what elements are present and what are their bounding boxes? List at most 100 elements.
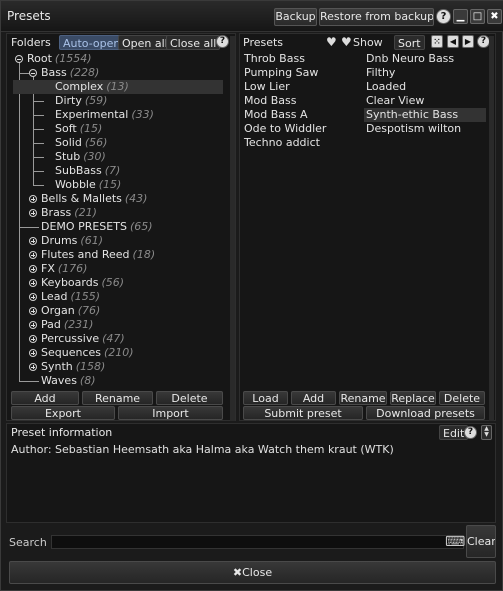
heart-icon[interactable]: ♥ bbox=[326, 35, 337, 49]
maximize-icon[interactable]: □ bbox=[470, 9, 485, 24]
tree-item-percussive[interactable]: Percussive (47) bbox=[41, 332, 125, 346]
expand-icon[interactable] bbox=[29, 237, 37, 245]
expand-icon[interactable] bbox=[29, 279, 37, 287]
tree-item-keyboards[interactable]: Keyboards (56) bbox=[41, 276, 124, 290]
tree-connector bbox=[34, 185, 44, 186]
expand-icon[interactable] bbox=[29, 265, 37, 273]
folders-header: Folders bbox=[11, 36, 51, 49]
collapse-icon[interactable] bbox=[15, 55, 23, 63]
previous-icon[interactable]: ◀ bbox=[447, 35, 459, 48]
tree-item-drums[interactable]: Drums (61) bbox=[41, 234, 103, 248]
tree-item-organ[interactable]: Organ (76) bbox=[41, 304, 100, 318]
tree-item-bass[interactable]: Bass (228) bbox=[41, 66, 99, 80]
preset-item[interactable]: Despotism wilton bbox=[366, 122, 461, 136]
preset-item[interactable]: Filthy bbox=[366, 66, 395, 80]
preset-delete-button[interactable]: Delete bbox=[439, 391, 485, 405]
tree-item-flutes-reed[interactable]: Flutes and Reed (18) bbox=[41, 248, 155, 262]
tree-item-fx[interactable]: FX (176) bbox=[41, 262, 87, 276]
tree-item-waves[interactable]: Waves (8) bbox=[41, 374, 96, 388]
tree-item-wobble[interactable]: Wobble (15) bbox=[55, 178, 121, 192]
tree-item-brass[interactable]: Brass (21) bbox=[41, 206, 97, 220]
tree-item-soft[interactable]: Soft (15) bbox=[55, 122, 102, 136]
expand-icon[interactable] bbox=[29, 349, 37, 357]
replace-button[interactable]: Replace bbox=[390, 391, 436, 405]
expand-icon[interactable] bbox=[29, 307, 37, 315]
tree-item-demo-presets[interactable]: DEMO PRESETS (65) bbox=[41, 220, 153, 234]
info-expand-icon[interactable]: ▲ ▼ bbox=[481, 425, 492, 440]
auto-open-toggle[interactable]: Auto-open bbox=[59, 35, 125, 50]
preset-rename-button[interactable]: Rename bbox=[339, 391, 387, 405]
tree-item-synth[interactable]: Synth (158) bbox=[41, 360, 105, 374]
presets-scrollbar[interactable] bbox=[489, 36, 494, 421]
preset-item[interactable]: Techno addict bbox=[244, 136, 320, 150]
tree-connector bbox=[20, 227, 39, 228]
preset-item[interactable]: Mod Bass bbox=[244, 94, 296, 108]
open-all-button[interactable]: Open all bbox=[118, 35, 172, 50]
random-icon[interactable]: ⁙ bbox=[431, 35, 443, 48]
tree-connector bbox=[34, 115, 44, 116]
import-button[interactable]: Import bbox=[118, 406, 223, 420]
close-window-icon[interactable]: ✖ bbox=[487, 9, 502, 24]
expand-icon[interactable] bbox=[29, 363, 37, 371]
preset-item[interactable]: Ode to Widdler bbox=[244, 122, 326, 136]
preset-item[interactable]: Mod Bass A bbox=[244, 108, 307, 122]
preset-item[interactable]: Pumping Saw bbox=[244, 66, 318, 80]
close-icon: ✖ bbox=[232, 566, 243, 579]
tree-item-bells-mallets[interactable]: Bells & Mallets (43) bbox=[41, 192, 147, 206]
show-button[interactable]: Show bbox=[353, 36, 383, 49]
close-button[interactable]: ✖Close bbox=[9, 561, 496, 584]
tree-item-subbass[interactable]: SubBass (7) bbox=[55, 164, 120, 178]
tree-item-experimental[interactable]: Experimental (33) bbox=[55, 108, 154, 122]
expand-icon[interactable] bbox=[29, 293, 37, 301]
submit-preset-button[interactable]: Submit preset bbox=[243, 406, 363, 420]
export-button[interactable]: Export bbox=[11, 406, 115, 420]
expand-icon[interactable] bbox=[29, 251, 37, 259]
tree-item-solid[interactable]: Solid (56) bbox=[55, 136, 107, 150]
collapse-icon[interactable] bbox=[29, 69, 37, 77]
clear-button[interactable]: Clear bbox=[466, 525, 496, 558]
presets-header: Presets bbox=[243, 36, 284, 49]
folders-scrollbar[interactable] bbox=[230, 36, 235, 421]
tree-connector bbox=[34, 171, 44, 172]
search-label: Search bbox=[9, 536, 47, 549]
sort-button[interactable]: Sort bbox=[394, 35, 425, 50]
close-all-button[interactable]: Close all bbox=[166, 35, 221, 50]
tree-connector bbox=[20, 381, 39, 382]
tree-item-stub[interactable]: Stub (30) bbox=[55, 150, 106, 164]
folder-delete-button[interactable]: Delete bbox=[156, 391, 223, 405]
title-bar: Presets Backup Restore from backup ? ▁ □… bbox=[1, 1, 503, 32]
tree-item-complex[interactable]: Complex (13) bbox=[13, 80, 223, 94]
tree-item-dirty[interactable]: Dirty (59) bbox=[55, 94, 107, 108]
keyboard-icon[interactable]: ⌨ bbox=[445, 534, 465, 550]
preset-item-selected[interactable]: Synth-ethic Bass bbox=[364, 108, 486, 122]
help-icon[interactable]: ? bbox=[436, 9, 451, 24]
info-help-icon[interactable]: ? bbox=[464, 426, 477, 439]
folders-help-icon[interactable]: ? bbox=[216, 35, 229, 48]
folder-rename-button[interactable]: Rename bbox=[82, 391, 153, 405]
search-input[interactable] bbox=[51, 535, 464, 549]
tree-line bbox=[19, 62, 20, 382]
expand-icon[interactable] bbox=[29, 195, 37, 203]
tree-item-lead[interactable]: Lead (155) bbox=[41, 290, 100, 304]
tree-item-sequences[interactable]: Sequences (210) bbox=[41, 346, 134, 360]
download-presets-button[interactable]: Download presets bbox=[366, 406, 485, 420]
folder-add-button[interactable]: Add bbox=[11, 391, 79, 405]
preset-item[interactable]: Low Lier bbox=[244, 80, 290, 94]
preset-item[interactable]: Clear View bbox=[366, 94, 424, 108]
preset-add-button[interactable]: Add bbox=[291, 391, 336, 405]
preset-item[interactable]: Dnb Neuro Bass bbox=[366, 52, 454, 66]
preset-item[interactable]: Throb Bass bbox=[244, 52, 305, 66]
expand-icon[interactable] bbox=[29, 209, 37, 217]
load-button[interactable]: Load bbox=[243, 391, 288, 405]
backup-button[interactable]: Backup bbox=[274, 8, 317, 26]
tree-item-root[interactable]: Root (1554) bbox=[27, 52, 92, 66]
window-title: Presets bbox=[7, 9, 51, 23]
restore-from-backup-button[interactable]: Restore from backup bbox=[319, 8, 434, 26]
expand-icon[interactable] bbox=[29, 321, 37, 329]
next-icon[interactable]: ▶ bbox=[462, 35, 474, 48]
preset-item[interactable]: Loaded bbox=[366, 80, 406, 94]
tree-item-pad[interactable]: Pad (231) bbox=[41, 318, 93, 332]
expand-icon[interactable] bbox=[29, 335, 37, 343]
minimize-icon[interactable]: ▁ bbox=[453, 9, 468, 24]
heart-filter-icon[interactable]: ♥ bbox=[341, 35, 352, 49]
